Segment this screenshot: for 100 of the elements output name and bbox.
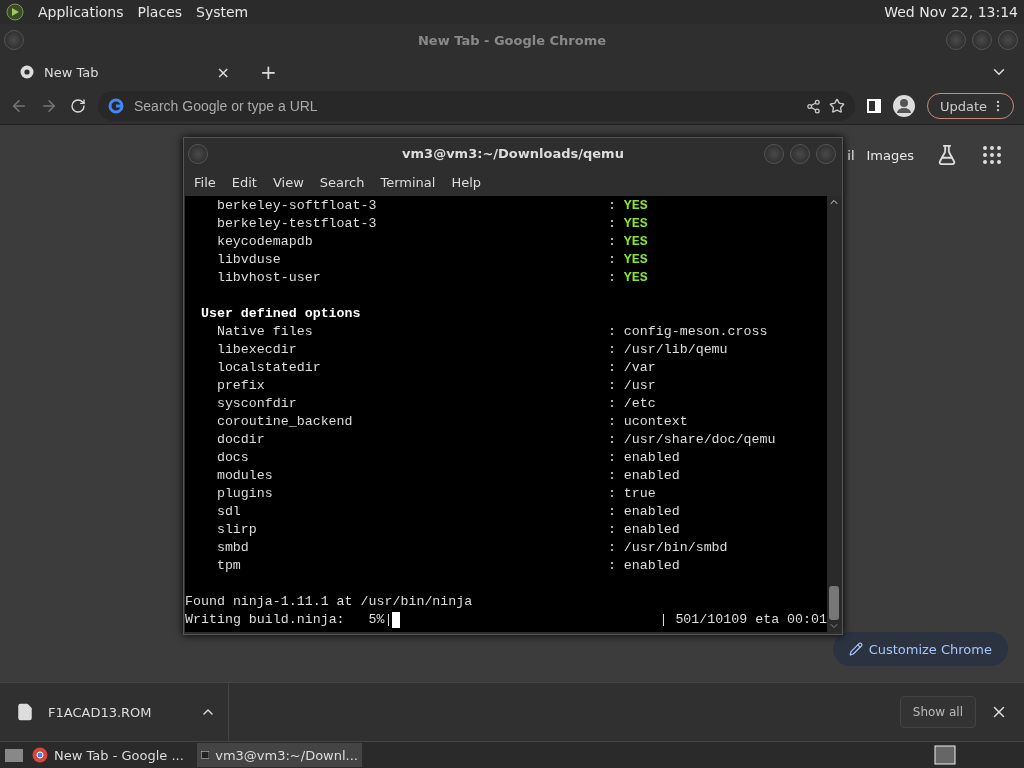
address-input[interactable]: Search Google or type a URL	[132, 97, 798, 115]
workspace-icon[interactable]	[934, 745, 956, 765]
window-button[interactable]	[946, 30, 966, 50]
progress-status: | 501/10109 eta 00:01	[659, 611, 827, 629]
back-icon[interactable]	[10, 97, 28, 115]
terminal-text: Found ninja-1.11.1 at /usr/bin/ninja	[185, 593, 473, 611]
address-bar[interactable]: Search Google or type a URL	[98, 91, 855, 121]
option-value: YES	[623, 269, 648, 287]
scroll-thumb[interactable]	[829, 586, 839, 620]
separator: :	[607, 233, 616, 251]
option-name: sdl	[216, 504, 241, 519]
option-value: YES	[623, 233, 648, 251]
option-name: prefix	[216, 378, 265, 393]
option-name: plugins	[216, 486, 273, 501]
window-button[interactable]	[4, 30, 24, 50]
taskbar-item[interactable]: New Tab - Google ...	[28, 743, 193, 767]
apps-grid-icon[interactable]	[980, 143, 1004, 167]
option-value: enabled	[623, 467, 680, 485]
separator: :	[607, 395, 616, 413]
download-name[interactable]: F1ACAD13.ROM	[48, 704, 186, 720]
menu-item[interactable]: Help	[445, 174, 488, 190]
panel-menu[interactable]: Applications	[38, 4, 124, 20]
option-name: berkeley-testfloat-3	[216, 216, 377, 231]
new-tab-button[interactable]: +	[260, 60, 277, 84]
separator: :	[607, 323, 616, 341]
option-value: true	[623, 485, 656, 503]
option-value: /usr/share/doc/qemu	[623, 431, 776, 449]
panel-menu[interactable]: Places	[137, 4, 183, 20]
terminal-icon	[201, 748, 210, 762]
window-title: New Tab - Google Chrome	[417, 32, 607, 48]
chrome-icon	[20, 65, 34, 79]
g-logo-icon	[108, 98, 124, 114]
option-name: modules	[216, 468, 273, 483]
menu-item[interactable]: Search	[313, 174, 371, 190]
separator: :	[607, 521, 616, 539]
separator: :	[607, 431, 616, 449]
option-name: smbd	[216, 540, 249, 555]
header-link[interactable]: il	[847, 147, 855, 163]
separator: :	[607, 503, 616, 521]
menu-item[interactable]: Terminal	[374, 174, 442, 190]
option-value: /etc	[623, 395, 656, 413]
window-button[interactable]	[998, 30, 1018, 50]
option-name: docdir	[216, 432, 265, 447]
menu-item[interactable]: View	[266, 174, 310, 190]
flask-icon[interactable]	[936, 144, 958, 166]
window-title: vm3@vm3:~/Downloads/qemu	[402, 145, 624, 161]
panel-menu[interactable]: System	[196, 4, 249, 20]
option-value: config-meson.cross	[623, 323, 768, 341]
option-name: libvhost-user	[216, 270, 321, 285]
header-link[interactable]: Images	[866, 147, 914, 163]
window-button[interactable]	[188, 144, 208, 164]
option-name: coroutine_backend	[216, 414, 353, 429]
option-value: YES	[623, 197, 648, 215]
option-value: enabled	[623, 449, 680, 467]
scrollbar[interactable]	[827, 196, 841, 632]
option-name: berkeley-softfloat-3	[216, 198, 377, 213]
window-button[interactable]	[972, 30, 992, 50]
show-all-button[interactable]: Show all	[899, 696, 976, 728]
share-icon[interactable]	[805, 98, 821, 114]
separator: :	[607, 269, 616, 287]
separator: :	[607, 449, 616, 467]
option-value: enabled	[623, 521, 680, 539]
close-icon[interactable]: ×	[216, 62, 230, 82]
option-value: ucontext	[623, 413, 688, 431]
option-value: /usr	[623, 377, 656, 395]
distro-logo-icon	[6, 3, 24, 21]
reload-icon[interactable]	[70, 98, 86, 114]
separator: :	[607, 377, 616, 395]
separator: :	[607, 413, 616, 431]
desktop-icon[interactable]	[4, 746, 24, 764]
option-name: localstatedir	[216, 360, 321, 375]
section-heading: User defined options	[199, 305, 361, 323]
window-button[interactable]	[790, 144, 810, 164]
option-value: /usr/lib/qemu	[623, 341, 728, 359]
option-value: YES	[623, 215, 648, 233]
separator: :	[607, 251, 616, 269]
option-value: enabled	[623, 557, 680, 575]
option-name: libexecdir	[216, 342, 297, 357]
separator: :	[607, 557, 616, 575]
window-button[interactable]	[816, 144, 836, 164]
option-value: YES	[623, 251, 648, 269]
star-icon[interactable]	[828, 98, 845, 114]
customize-button[interactable]: Customize Chrome	[832, 632, 1008, 666]
option-name: slirp	[216, 522, 257, 537]
separator: :	[607, 341, 616, 359]
menu-item[interactable]: Edit	[225, 174, 263, 190]
option-name: sysconfdir	[216, 396, 297, 411]
window-button[interactable]	[764, 144, 784, 164]
clock: Wed Nov 22, 13:14	[884, 4, 1018, 20]
option-value: /usr/bin/smbd	[623, 539, 728, 557]
progress-text: Writing build.ninja: 5%|	[185, 611, 393, 629]
pencil-icon	[848, 642, 863, 656]
option-name: docs	[216, 450, 249, 465]
separator: :	[607, 539, 616, 557]
separator: :	[607, 197, 616, 215]
forward-icon[interactable]	[40, 97, 58, 115]
avatar-icon[interactable]	[892, 95, 915, 117]
menu-item[interactable]: File	[188, 174, 222, 190]
taskbar-item[interactable]: vm3@vm3:~/Downl...	[197, 743, 362, 767]
side-panel-icon[interactable]	[866, 99, 881, 113]
